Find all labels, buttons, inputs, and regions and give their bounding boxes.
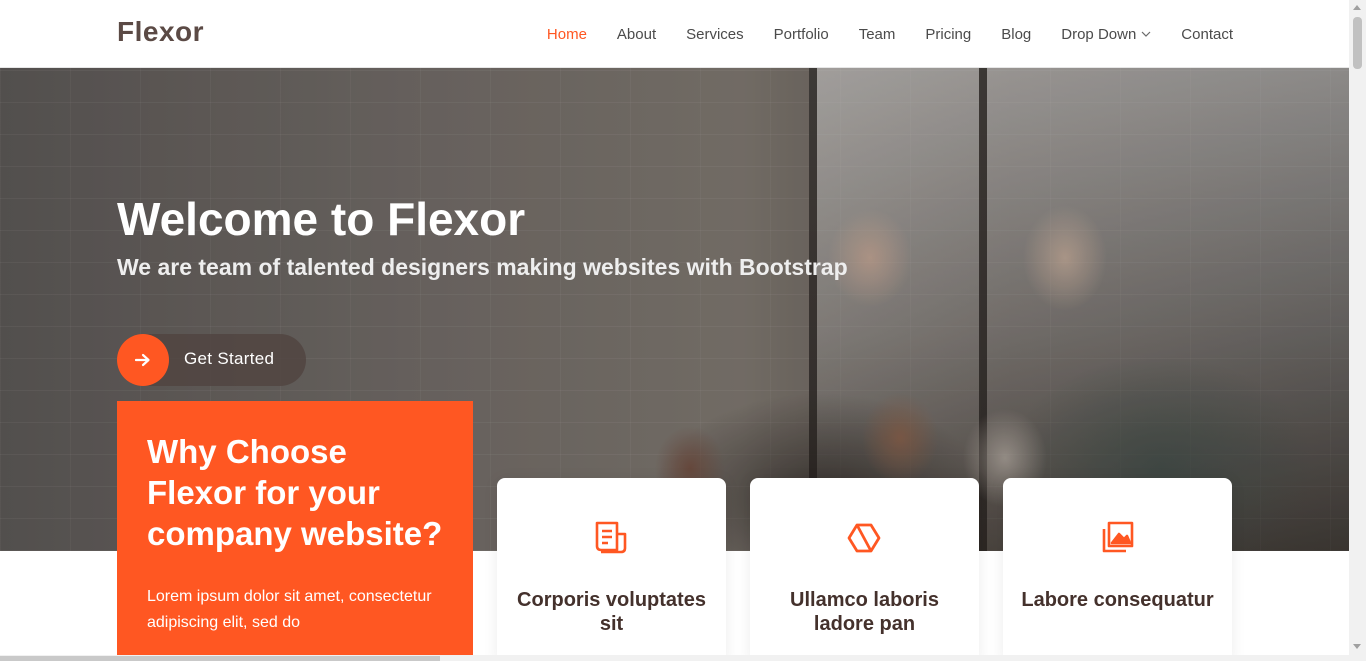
hero-subtitle: We are team of talented designers making… — [117, 254, 848, 280]
icon-box-title: Ullamco laboris ladore pan — [790, 589, 939, 635]
logo[interactable]: Flexor — [117, 16, 204, 48]
get-started-button[interactable]: Get Started — [117, 334, 306, 386]
icon-box-title: Corporis voluptates sit — [517, 589, 706, 635]
vertical-scrollbar[interactable] — [1349, 0, 1366, 661]
nav-blog[interactable]: Blog — [1001, 26, 1031, 43]
cube-alt-icon — [846, 520, 882, 556]
nav-about[interactable]: About — [617, 26, 656, 43]
horizontal-scrollbar[interactable] — [0, 655, 1349, 661]
scroll-down-icon[interactable] — [1353, 644, 1361, 649]
icon-box-1[interactable]: Corporis voluptates sit — [497, 478, 726, 661]
icon-box-title: Labore consequatur — [1021, 589, 1214, 611]
scroll-up-icon[interactable] — [1353, 5, 1361, 10]
why-title: Why Choose Flexor for your company websi… — [147, 433, 443, 552]
nav-contact[interactable]: Contact — [1181, 26, 1233, 43]
arrow-right-icon — [117, 334, 169, 386]
nav-portfolio[interactable]: Portfolio — [774, 26, 829, 43]
site-header: Flexor Home About Services Portfolio Tea… — [0, 0, 1349, 68]
nav-drop-down[interactable]: Drop Down — [1061, 26, 1151, 43]
icon-box-2[interactable]: Ullamco laboris ladore pan — [750, 478, 979, 661]
chevron-down-icon — [1141, 29, 1151, 39]
nav-home[interactable]: Home — [547, 26, 587, 43]
page: Flexor Home About Services Portfolio Tea… — [0, 0, 1366, 661]
horizontal-scrollbar-thumb[interactable] — [0, 656, 440, 661]
nav-services[interactable]: Services — [686, 26, 744, 43]
why-text: Lorem ipsum dolor sit amet, consectetur … — [147, 588, 432, 631]
receipt-icon — [593, 520, 629, 556]
scrollbar-thumb[interactable] — [1353, 17, 1362, 69]
why-choose-box: Why Choose Flexor for your company websi… — [117, 401, 473, 661]
nav-team[interactable]: Team — [859, 26, 896, 43]
get-started-label: Get Started — [184, 349, 275, 368]
icon-box-3[interactable]: Labore consequatur — [1003, 478, 1232, 661]
main-nav: Home About Services Portfolio Team Prici… — [517, 0, 1233, 68]
images-icon — [1099, 520, 1135, 556]
hero-title: Welcome to Flexor — [117, 193, 526, 245]
nav-drop-down-label: Drop Down — [1061, 25, 1137, 43]
nav-pricing[interactable]: Pricing — [925, 26, 971, 43]
